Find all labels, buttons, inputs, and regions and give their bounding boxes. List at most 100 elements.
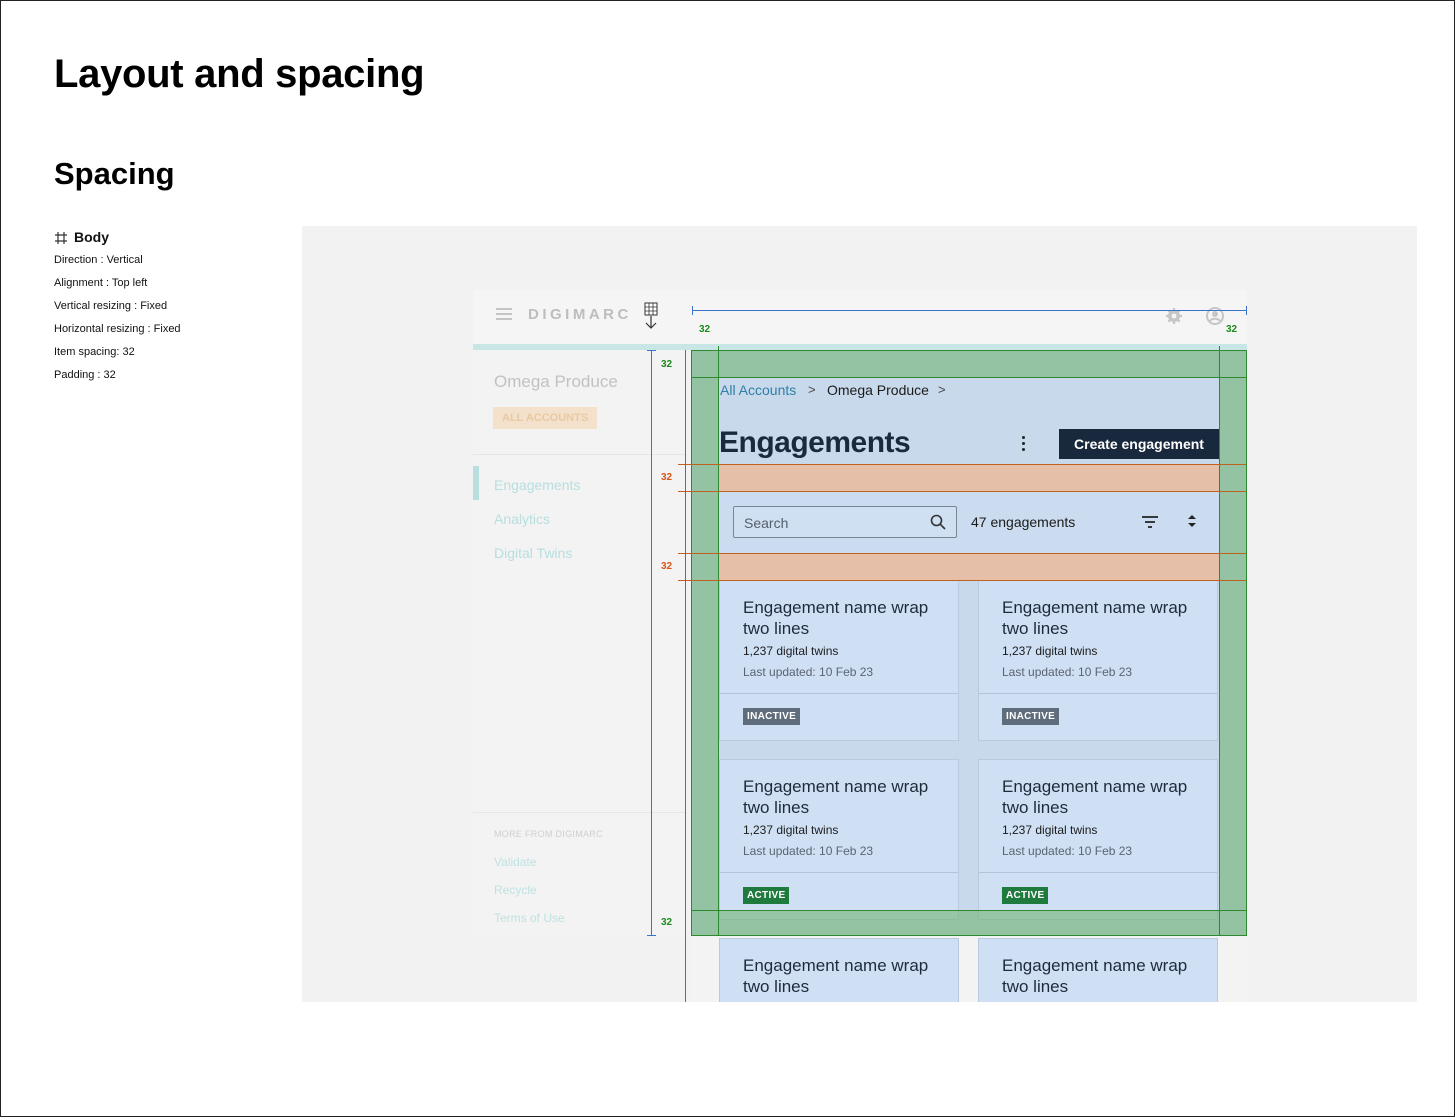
- spec-title: Body: [54, 226, 181, 249]
- brand-logo: DIGIMARC: [528, 306, 632, 323]
- width-measure: [692, 310, 1246, 311]
- sidebar-item-analytics[interactable]: Analytics: [494, 511, 550, 527]
- card-twins: 1,237 digital twins: [1002, 644, 1098, 658]
- sidebar-item-digital-twins[interactable]: Digital Twins: [494, 545, 572, 561]
- card-divider: [979, 693, 1217, 694]
- more-from-heading: MORE FROM DIGIMARC: [494, 829, 603, 839]
- padding-right-label: 32: [1226, 324, 1238, 335]
- padding-overlay-right: [1219, 378, 1247, 910]
- engagement-count: 47 engagements: [971, 514, 1076, 530]
- engagement-card[interactable]: Engagement name wrap two lines: [978, 938, 1218, 1002]
- measure-line: [678, 580, 1246, 581]
- gear-icon[interactable]: [1164, 306, 1184, 326]
- card-divider: [720, 872, 958, 873]
- card-name: Engagement name wrap two lines: [1002, 777, 1188, 817]
- measure-tick: [647, 935, 656, 936]
- card-twins: 1,237 digital twins: [1002, 823, 1098, 837]
- padding-top-label: 32: [661, 359, 673, 370]
- padding-overlay-left: [691, 378, 719, 910]
- sort-icon[interactable]: [1186, 513, 1198, 529]
- sidebar-item-engagements[interactable]: Engagements: [494, 477, 580, 493]
- spec-vertical-resizing: Vertical resizing : Fixed: [54, 300, 168, 312]
- spec-frame-name: Body: [74, 229, 109, 245]
- frame-icon: [55, 231, 67, 244]
- status-badge: ACTIVE: [743, 887, 790, 904]
- search-icon[interactable]: [930, 514, 946, 530]
- measure-line: [691, 350, 1247, 351]
- measure-line: [691, 350, 692, 936]
- search-input[interactable]: Search: [733, 506, 957, 538]
- engagement-card[interactable]: Engagement name wrap two lines 1,237 dig…: [978, 759, 1218, 920]
- sidebar-account-name: Omega Produce: [494, 372, 618, 391]
- menu-icon[interactable]: [496, 308, 512, 322]
- breadcrumb-separator: >: [808, 382, 816, 397]
- breadcrumb-current: Omega Produce: [827, 382, 929, 398]
- sidebar-divider: [473, 454, 685, 455]
- measure-line: [678, 553, 1246, 554]
- breadcrumb-separator: >: [938, 382, 946, 397]
- card-twins: 1,237 digital twins: [743, 644, 839, 658]
- footer-link-validate[interactable]: Validate: [494, 855, 536, 869]
- measure-tick: [692, 306, 693, 315]
- measure-line: [691, 910, 1247, 911]
- section-title: Spacing: [54, 156, 175, 191]
- filter-icon[interactable]: [1141, 515, 1159, 529]
- sidebar: Omega Produce ALL ACCOUNTS Engagements A…: [473, 350, 685, 938]
- spec-alignment: Alignment : Top left: [54, 277, 148, 289]
- measure-tick: [1246, 306, 1247, 315]
- measure-tick: [647, 350, 656, 351]
- spec-direction: Direction : Vertical: [54, 254, 143, 266]
- more-options-icon[interactable]: [1022, 436, 1026, 452]
- gap-overlay: [719, 554, 1219, 580]
- design-canvas: DIGIMARC Omega Produce ALL ACCOUNTS Enga…: [302, 226, 1417, 1002]
- sidebar-active-indicator: [473, 466, 479, 500]
- measure-line: [685, 350, 686, 1002]
- measure-line: [691, 935, 1247, 936]
- card-name: Engagement name wrap two lines: [1002, 956, 1188, 996]
- spec-padding: Padding : 32: [54, 369, 116, 381]
- status-badge: INACTIVE: [743, 708, 801, 725]
- spec-item-spacing: Item spacing: 32: [54, 346, 135, 358]
- page-title: Layout and spacing: [54, 52, 425, 96]
- footer-link-recycle[interactable]: Recycle: [494, 883, 537, 897]
- padding-overlay-top: [691, 350, 1247, 378]
- card-name: Engagement name wrap two lines: [1002, 598, 1188, 638]
- engagements-heading: Engagements: [719, 426, 911, 459]
- spec-horizontal-resizing: Horizontal resizing : Fixed: [54, 323, 181, 335]
- status-badge: INACTIVE: [1002, 708, 1060, 725]
- card-twins: 1,237 digital twins: [743, 823, 839, 837]
- padding-bottom-label: 32: [661, 917, 673, 928]
- grid-download-icon: [644, 302, 658, 329]
- status-badge: ACTIVE: [1002, 887, 1049, 904]
- create-engagement-button[interactable]: Create engagement: [1059, 429, 1219, 459]
- measure-line: [678, 491, 1246, 492]
- sidebar-divider-bottom: [473, 812, 685, 813]
- padding-overlay-bottom: [691, 910, 1247, 936]
- item-spacing-label: 32: [661, 472, 673, 483]
- engagement-card[interactable]: Engagement name wrap two lines: [719, 938, 959, 1002]
- engagement-card[interactable]: Engagement name wrap two lines 1,237 dig…: [719, 759, 959, 920]
- height-measure: [651, 350, 652, 936]
- spacing-spec: Body Direction : Vertical Alignment : To…: [54, 226, 181, 387]
- footer-link-terms[interactable]: Terms of Use: [494, 911, 565, 925]
- card-updated: Last updated: 10 Feb 23: [1002, 665, 1133, 679]
- all-accounts-button[interactable]: ALL ACCOUNTS: [493, 407, 598, 429]
- measure-line: [1246, 350, 1247, 936]
- card-divider: [720, 693, 958, 694]
- card-updated: Last updated: 10 Feb 23: [743, 665, 874, 679]
- measure-line: [678, 464, 1246, 465]
- card-updated: Last updated: 10 Feb 23: [743, 844, 874, 858]
- user-avatar-icon[interactable]: [1205, 306, 1225, 326]
- gap-overlay: [719, 465, 1219, 491]
- card-divider: [979, 872, 1217, 873]
- measure-line: [718, 346, 719, 936]
- breadcrumb-all-accounts[interactable]: All Accounts: [720, 382, 796, 398]
- search-placeholder: Search: [744, 515, 789, 531]
- card-name: Engagement name wrap two lines: [743, 956, 929, 996]
- card-updated: Last updated: 10 Feb 23: [1002, 844, 1133, 858]
- card-name: Engagement name wrap two lines: [743, 777, 929, 817]
- card-name: Engagement name wrap two lines: [743, 598, 929, 638]
- engagement-card[interactable]: Engagement name wrap two lines 1,237 dig…: [978, 580, 1218, 741]
- engagement-card[interactable]: Engagement name wrap two lines 1,237 dig…: [719, 580, 959, 741]
- measure-line: [691, 377, 1247, 378]
